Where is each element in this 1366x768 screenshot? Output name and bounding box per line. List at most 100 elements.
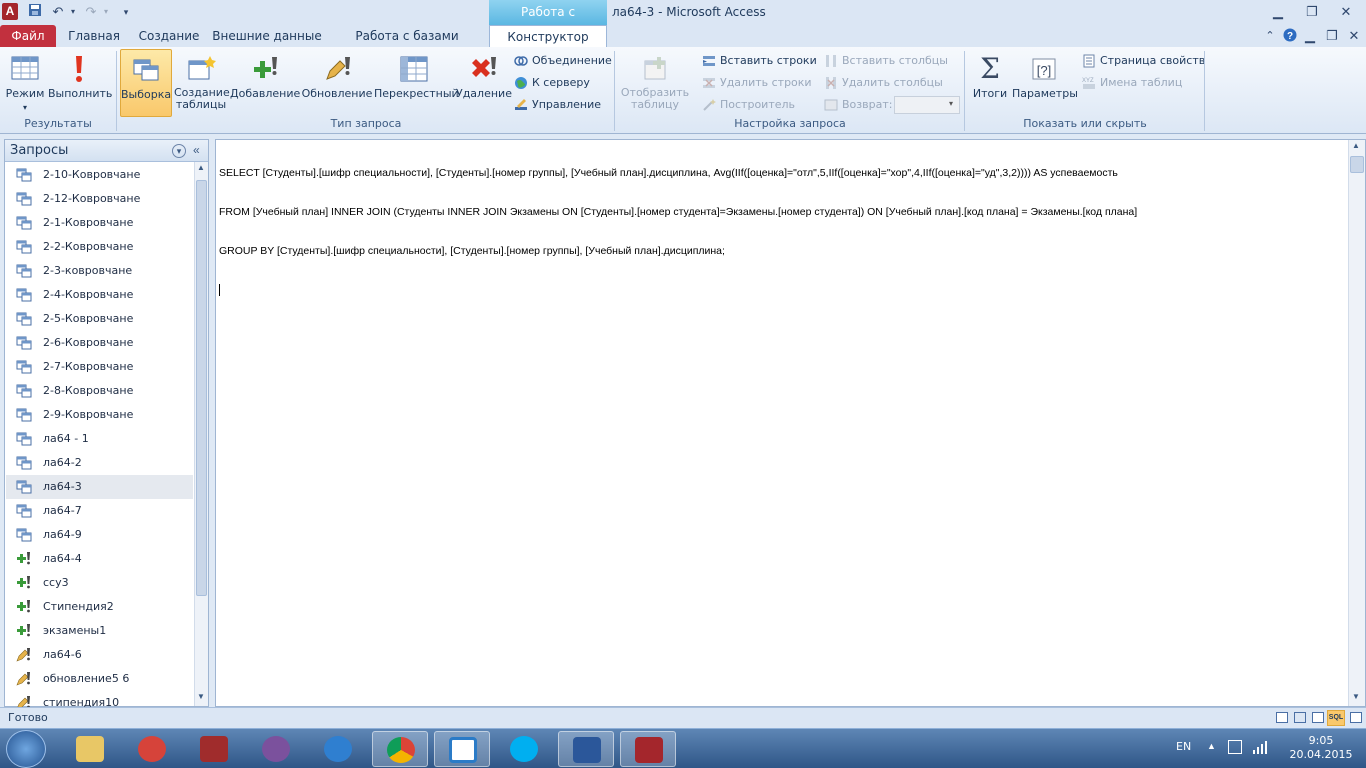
tab-file[interactable]: Файл <box>0 25 56 47</box>
close-icon[interactable]: ✕ <box>1336 4 1356 20</box>
device-icon[interactable] <box>1228 740 1242 754</box>
nav-pane-header[interactable]: Запросы ▾ « <box>5 140 208 162</box>
tab-design[interactable]: Конструктор <box>489 25 607 47</box>
nav-query-item[interactable]: Стипендия2 <box>6 595 193 619</box>
nav-query-item[interactable]: ссу3 <box>6 571 193 595</box>
insert-columns-button[interactable]: Вставить столбцы <box>824 51 948 71</box>
collapse-ribbon-icon[interactable]: ⌃ <box>1260 28 1280 44</box>
parameters-button[interactable]: [?] Параметры <box>1012 49 1078 117</box>
doc-restore-icon[interactable]: ❐ <box>1322 28 1342 44</box>
restore-icon[interactable]: ❐ <box>1302 4 1322 20</box>
return-select[interactable]: ▾ <box>894 96 960 114</box>
undo-dropdown-icon[interactable]: ▾ <box>64 3 82 21</box>
tray-arrow-icon[interactable]: ▲ <box>1207 741 1216 751</box>
table-names-button[interactable]: XYZ Имена таблиц <box>1082 73 1182 93</box>
select-query-button[interactable]: Выборка <box>120 49 172 117</box>
taskbar-ccleaner[interactable] <box>124 731 180 767</box>
nav-query-item[interactable]: ла64-3 <box>6 475 193 499</box>
pass-through-query-button[interactable]: К серверу <box>514 73 590 93</box>
design-view-icon[interactable] <box>1350 712 1362 723</box>
nav-query-item[interactable]: 2-1-Ковровчане <box>6 211 193 235</box>
editor-scroll-thumb[interactable] <box>1350 156 1364 173</box>
nav-query-item[interactable]: 2-10-Ковровчане <box>6 163 193 187</box>
tab-create[interactable]: Создание <box>134 25 204 47</box>
crosstab-query-button[interactable]: Перекрестный <box>374 49 459 117</box>
make-table-query-button[interactable]: Создание таблицы <box>174 49 230 117</box>
delete-rows-button[interactable]: Удалить строки <box>702 73 812 93</box>
nav-query-item[interactable]: 2-2-Ковровчане <box>6 235 193 259</box>
taskbar-kmplayer[interactable] <box>310 731 366 767</box>
nav-query-item[interactable]: 2-6-Ковровчане <box>6 331 193 355</box>
taskbar-skype[interactable] <box>496 731 552 767</box>
nav-query-item[interactable]: 2-4-Ковровчане <box>6 283 193 307</box>
totals-button[interactable]: Σ Итоги <box>968 49 1012 117</box>
start-button-icon[interactable] <box>6 730 46 768</box>
view-mode-button[interactable]: Режим ▾ <box>4 49 46 117</box>
sql-text[interactable]: SELECT [Студенты].[шифр специальности], … <box>219 141 1137 322</box>
update-query-button[interactable]: Обновление <box>300 49 374 117</box>
select-query-icon <box>16 527 32 543</box>
nav-query-item[interactable]: 2-3-ковровчане <box>6 259 193 283</box>
nav-query-item[interactable]: 2-5-Ковровчане <box>6 307 193 331</box>
taskbar-winrar[interactable] <box>186 731 242 767</box>
union-query-button[interactable]: Объединение <box>514 51 612 71</box>
nav-query-item[interactable]: ла64-7 <box>6 499 193 523</box>
append-query-button[interactable]: Добавление <box>230 49 300 117</box>
append-query-icon <box>16 575 32 591</box>
access-app-icon[interactable]: A <box>2 3 18 20</box>
doc-close-icon[interactable]: ✕ <box>1344 28 1364 44</box>
delete-columns-button[interactable]: Удалить столбцы <box>824 73 943 93</box>
nav-query-item[interactable]: ла64-2 <box>6 451 193 475</box>
tab-home[interactable]: Главная <box>62 25 126 47</box>
nav-query-item[interactable]: 2-7-Ковровчане <box>6 355 193 379</box>
nav-query-item[interactable]: ла64-6 <box>6 643 193 667</box>
nav-collapse-icon[interactable]: « <box>193 143 200 157</box>
taskbar-chrome[interactable] <box>372 731 428 767</box>
signal-icon[interactable] <box>1252 740 1268 754</box>
system-clock[interactable]: 9:05 20.04.2015 <box>1286 734 1356 762</box>
property-sheet-button[interactable]: Страница свойств <box>1082 51 1205 71</box>
customize-toolbar-icon[interactable]: ▾ <box>117 3 135 21</box>
scroll-up-icon[interactable]: ▲ <box>197 163 205 172</box>
pivot-table-icon[interactable] <box>1294 712 1306 723</box>
insert-rows-button[interactable]: Вставить строки <box>702 51 817 71</box>
data-definition-query-button[interactable]: Управление <box>514 95 601 115</box>
nav-scroll-thumb[interactable] <box>196 180 207 596</box>
save-icon[interactable] <box>26 3 44 21</box>
datasheet-view-icon[interactable] <box>1276 712 1288 723</box>
nav-query-item[interactable]: 2-9-Ковровчане <box>6 403 193 427</box>
nav-query-item[interactable]: ла64-9 <box>6 523 193 547</box>
nav-query-item[interactable]: 2-8-Ковровчане <box>6 379 193 403</box>
editor-scrollbar[interactable]: ▲ ▼ <box>1348 140 1365 706</box>
taskbar-viber[interactable] <box>248 731 304 767</box>
sql-editor[interactable]: SELECT [Студенты].[шифр специальности], … <box>215 139 1366 707</box>
taskbar-window[interactable] <box>434 731 490 767</box>
doc-minimize-icon[interactable]: ▁ <box>1300 28 1320 44</box>
tab-external-data[interactable]: Внешние данные <box>212 25 322 47</box>
scroll-down-icon[interactable]: ▼ <box>197 692 205 701</box>
tab-database-tools[interactable]: Работа с базами данных <box>332 25 482 65</box>
chevron-down-icon[interactable]: ▾ <box>172 144 186 158</box>
pivot-chart-icon[interactable] <box>1312 712 1324 723</box>
nav-query-item[interactable]: обновление5 6 <box>6 667 193 691</box>
sql-view-icon[interactable]: SQL <box>1327 710 1345 726</box>
scroll-down-icon[interactable]: ▼ <box>1352 692 1360 701</box>
nav-query-item[interactable]: ла64 - 1 <box>6 427 193 451</box>
table-names-label: Имена таблиц <box>1100 76 1183 89</box>
taskbar-word[interactable] <box>558 731 614 767</box>
scroll-up-icon[interactable]: ▲ <box>1352 141 1360 150</box>
run-button[interactable]: Выполнить <box>48 49 112 117</box>
nav-query-item[interactable]: 2-12-Ковровчане <box>6 187 193 211</box>
nav-query-item[interactable]: ла64-4 <box>6 547 193 571</box>
taskbar-access[interactable] <box>620 731 676 767</box>
redo-dropdown-icon[interactable]: ▾ <box>97 3 115 21</box>
show-table-button[interactable]: Отобразить таблицу <box>618 49 692 117</box>
help-icon[interactable]: ? <box>1280 28 1300 44</box>
minimize-icon[interactable]: ▁ <box>1268 4 1288 20</box>
taskbar-explorer[interactable] <box>62 731 118 767</box>
builder-button[interactable]: Построитель <box>702 95 795 115</box>
delete-query-button[interactable]: Удаление <box>456 49 512 117</box>
nav-scrollbar[interactable]: ▲ ▼ <box>194 162 208 706</box>
language-indicator[interactable]: EN <box>1176 740 1191 753</box>
nav-query-item[interactable]: экзамены1 <box>6 619 193 643</box>
